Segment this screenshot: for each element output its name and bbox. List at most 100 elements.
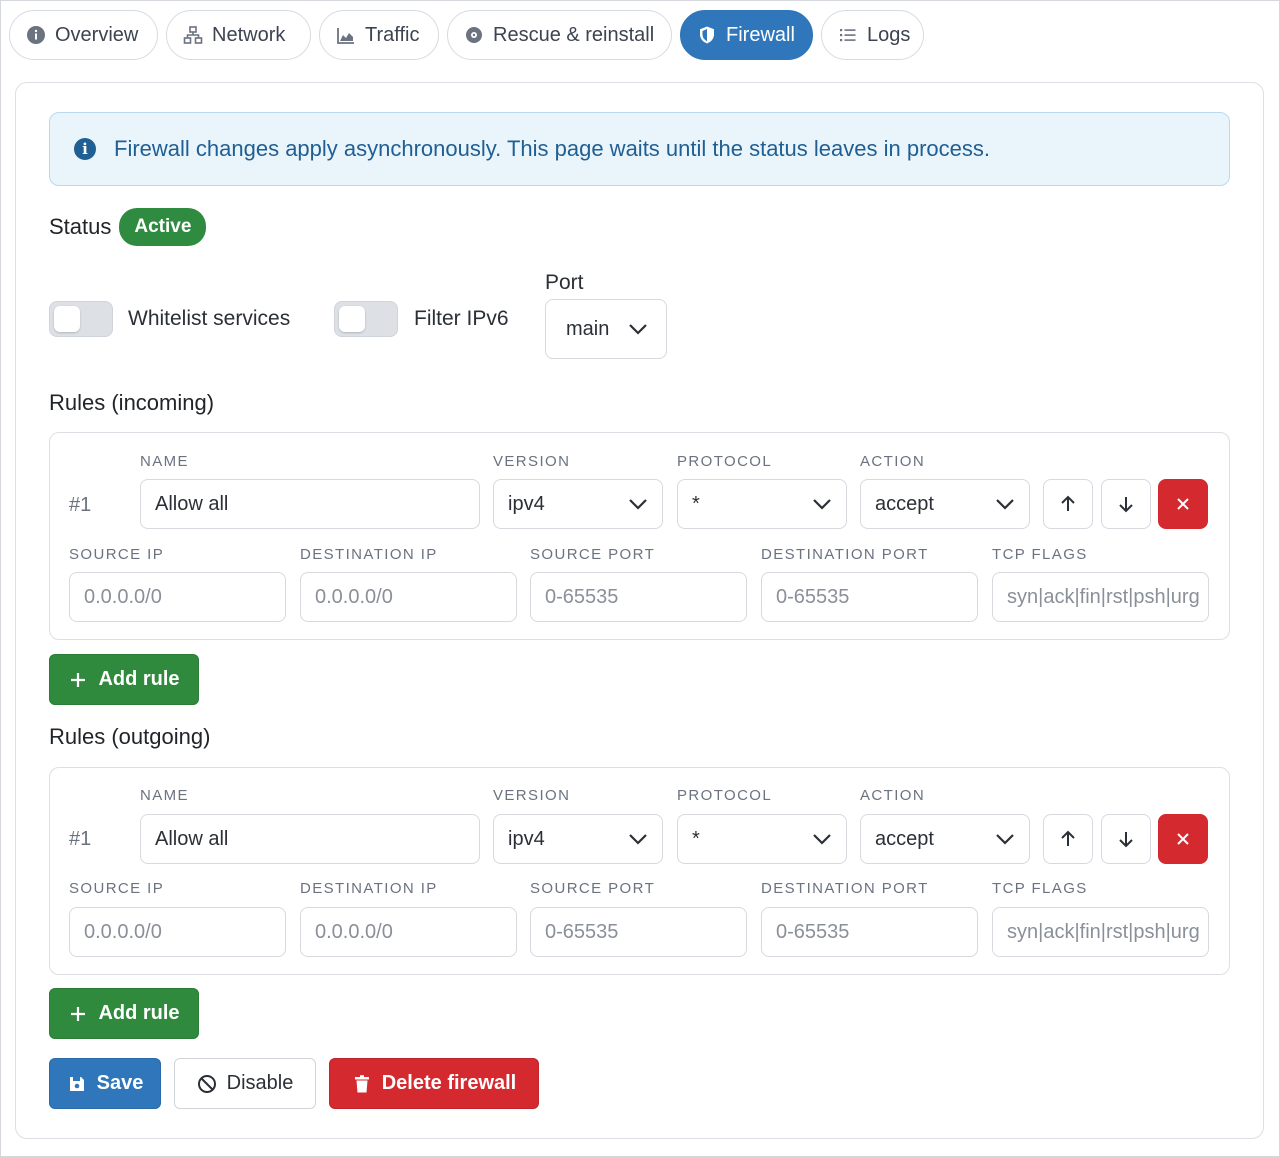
tab-label: Firewall (726, 23, 795, 46)
plus-icon (71, 1006, 86, 1021)
column-header-tcp-flags: TCP FLAGS (992, 880, 1088, 897)
ban-icon (197, 1074, 216, 1093)
whitelist-services-toggle[interactable] (49, 301, 113, 337)
rule-name-input[interactable]: Allow all (140, 479, 480, 529)
destination-port-input[interactable]: 0-65535 (761, 572, 978, 622)
delete-rule-button[interactable] (1158, 479, 1208, 529)
tab-overview[interactable]: Overview (9, 10, 158, 60)
status-label: Status (49, 214, 112, 239)
tcp-flags-input[interactable]: syn|ack|fin|rst|psh|urg (992, 907, 1209, 957)
chevron-down-icon (629, 324, 647, 335)
add-outgoing-rule-button[interactable]: Add rule (49, 988, 199, 1039)
status-row: Status Active (49, 208, 207, 246)
port-select[interactable]: main (545, 299, 667, 359)
delete-rule-button[interactable] (1158, 814, 1208, 864)
outgoing-rules-title: Rules (outgoing) (49, 724, 211, 749)
tab-bar: Overview Network Traffic Rescue & reinst… (9, 10, 924, 60)
move-rule-down-button[interactable] (1101, 479, 1151, 529)
disc-icon (464, 25, 484, 45)
move-rule-up-button[interactable] (1043, 814, 1093, 864)
rule-version-select[interactable]: ipv4 (493, 479, 663, 529)
chevron-down-icon (996, 499, 1014, 510)
source-port-input[interactable]: 0-65535 (530, 572, 747, 622)
column-header-destination-ip: DESTINATION IP (300, 546, 438, 563)
rule-version-select[interactable]: ipv4 (493, 814, 663, 864)
trash-icon (354, 1074, 369, 1092)
filter-ipv6-toggle[interactable] (334, 301, 398, 337)
shield-icon (697, 25, 717, 45)
rule-name-input[interactable]: Allow all (140, 814, 480, 864)
column-header-name: NAME (140, 787, 189, 804)
add-rule-label: Add rule (98, 668, 180, 690)
move-rule-down-button[interactable] (1101, 814, 1151, 864)
rule-protocol-select[interactable]: * (677, 814, 847, 864)
column-header-destination-port: DESTINATION PORT (761, 880, 929, 897)
add-rule-label: Add rule (98, 1002, 180, 1024)
status-badge: Active (119, 208, 207, 246)
add-incoming-rule-button[interactable]: Add rule (49, 654, 199, 705)
rule-version-value: ipv4 (508, 492, 545, 515)
destination-port-input[interactable]: 0-65535 (761, 907, 978, 957)
source-ip-input[interactable]: 0.0.0.0/0 (69, 572, 286, 622)
save-button[interactable]: Save (49, 1058, 161, 1109)
rule-action-select[interactable]: accept (860, 479, 1030, 529)
area-chart-icon (336, 25, 356, 45)
rule-number: #1 (69, 494, 92, 516)
column-header-version: VERSION (493, 453, 571, 470)
tab-label: Rescue & reinstall (493, 23, 655, 46)
whitelist-services-label: Whitelist services (128, 307, 291, 330)
column-header-source-ip: SOURCE IP (69, 546, 165, 563)
rule-action-value: accept (875, 827, 934, 850)
chevron-down-icon (629, 499, 647, 510)
column-header-protocol: PROTOCOL (677, 453, 773, 470)
column-header-action: ACTION (860, 787, 926, 804)
rule-action-value: accept (875, 492, 934, 515)
tcp-flags-input[interactable]: syn|ack|fin|rst|psh|urg (992, 572, 1209, 622)
chevron-down-icon (629, 834, 647, 845)
save-icon (69, 1076, 84, 1091)
move-rule-up-button[interactable] (1043, 479, 1093, 529)
source-port-input[interactable]: 0-65535 (530, 907, 747, 957)
arrow-up-icon (1061, 830, 1075, 846)
disable-button[interactable]: Disable (174, 1058, 316, 1109)
info-icon: i (74, 138, 96, 160)
close-icon (1177, 498, 1189, 510)
chevron-down-icon (813, 834, 831, 845)
tab-network[interactable]: Network (166, 10, 311, 60)
column-header-action: ACTION (860, 453, 926, 470)
tab-rescue-reinstall[interactable]: Rescue & reinstall (447, 10, 672, 60)
rule-action-select[interactable]: accept (860, 814, 1030, 864)
save-label: Save (96, 1072, 144, 1094)
rule-number: #1 (69, 828, 92, 850)
plus-icon (71, 672, 86, 687)
tab-traffic[interactable]: Traffic (319, 10, 439, 60)
port-label: Port (545, 271, 584, 294)
info-circle-icon (26, 25, 46, 45)
rule-protocol-select[interactable]: * (677, 479, 847, 529)
tab-logs[interactable]: Logs (821, 10, 924, 60)
incoming-rules-title: Rules (incoming) (49, 390, 215, 415)
delete-firewall-button[interactable]: Delete firewall (329, 1058, 539, 1109)
destination-ip-input[interactable]: 0.0.0.0/0 (300, 572, 517, 622)
toggle-knob (54, 306, 80, 332)
rule-protocol-value: * (692, 827, 700, 850)
arrow-up-icon (1061, 495, 1075, 511)
info-alert: i Firewall changes apply asynchronously.… (49, 112, 1230, 186)
delete-firewall-label: Delete firewall (381, 1072, 517, 1094)
close-icon (1177, 833, 1189, 845)
column-header-version: VERSION (493, 787, 571, 804)
rule-protocol-value: * (692, 492, 700, 515)
alert-text: Firewall changes apply asynchronously. T… (114, 136, 990, 161)
tab-label: Network (212, 23, 286, 46)
destination-ip-input[interactable]: 0.0.0.0/0 (300, 907, 517, 957)
column-header-source-port: SOURCE PORT (530, 880, 656, 897)
column-header-name: NAME (140, 453, 189, 470)
tab-firewall[interactable]: Firewall (680, 10, 813, 60)
toggle-knob (339, 306, 365, 332)
filter-ipv6-label: Filter IPv6 (414, 307, 509, 330)
arrow-down-icon (1119, 832, 1133, 848)
column-header-destination-ip: DESTINATION IP (300, 880, 438, 897)
source-ip-input[interactable]: 0.0.0.0/0 (69, 907, 286, 957)
tab-label: Overview (55, 23, 139, 46)
port-value: main (566, 317, 610, 340)
